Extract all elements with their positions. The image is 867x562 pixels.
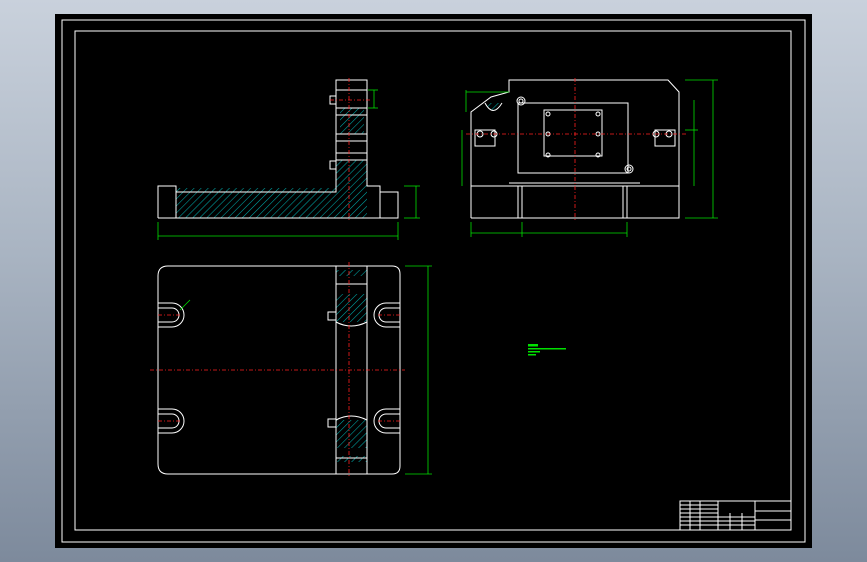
upright-hatch bbox=[336, 160, 367, 218]
drawing-sheet bbox=[55, 14, 812, 548]
cad-viewport[interactable] bbox=[0, 0, 867, 562]
top-hatch-lower bbox=[336, 420, 367, 448]
top-hatch-upper bbox=[336, 294, 367, 322]
upright-hatch-upper bbox=[340, 108, 364, 134]
drawing-canvas[interactable] bbox=[0, 0, 867, 562]
